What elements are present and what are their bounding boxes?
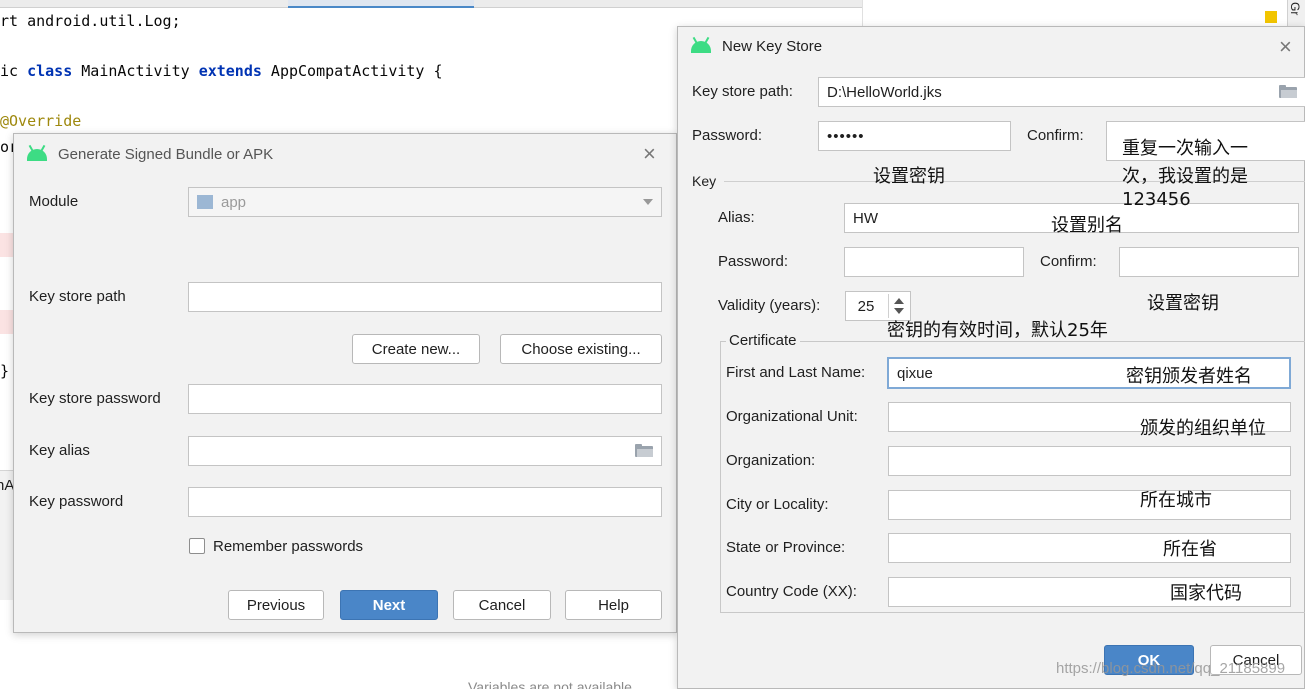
annotation-confirm-1: 重复一次输入一 bbox=[1122, 138, 1248, 159]
warning-marker-icon[interactable] bbox=[1265, 11, 1277, 23]
key-password-input[interactable] bbox=[188, 487, 662, 517]
side-panel-fragment: nA bbox=[0, 470, 14, 600]
organizational-unit-label: Organizational Unit: bbox=[726, 408, 858, 425]
confirm-label: Confirm: bbox=[1027, 127, 1084, 144]
code-line-import: rt android.util.Log; bbox=[0, 12, 181, 30]
key-store-path-label: Key store path: bbox=[692, 83, 793, 100]
password-label: Password: bbox=[692, 127, 763, 144]
password-input[interactable]: •••••• bbox=[818, 121, 1011, 151]
key-store-path-input[interactable] bbox=[188, 282, 662, 312]
folder-icon[interactable] bbox=[1279, 85, 1297, 98]
first-last-name-label: First and Last Name: bbox=[726, 364, 866, 381]
annotation-key-password: 设置密钥 bbox=[1147, 293, 1219, 314]
key-password-label: Password: bbox=[718, 253, 789, 270]
module-select[interactable]: app bbox=[188, 187, 662, 217]
annotation-city: 所在城市 bbox=[1140, 490, 1212, 511]
error-line-highlight bbox=[0, 310, 14, 334]
alias-label: Alias: bbox=[718, 209, 755, 226]
key-alias-label: Key alias bbox=[29, 442, 90, 459]
annotation-org-unit: 颁发的组织单位 bbox=[1140, 418, 1266, 439]
choose-existing-button[interactable]: Choose existing... bbox=[500, 334, 662, 364]
organization-label: Organization: bbox=[726, 452, 816, 469]
previous-button[interactable]: Previous bbox=[228, 590, 324, 620]
remember-passwords-label[interactable]: Remember passwords bbox=[213, 538, 363, 555]
create-new-button[interactable]: Create new... bbox=[352, 334, 480, 364]
key-store-path-label: Key store path bbox=[29, 288, 126, 305]
annotation-name: 密钥颁发者姓名 bbox=[1126, 366, 1252, 387]
key-password-input[interactable] bbox=[844, 247, 1024, 277]
module-folder-icon bbox=[197, 195, 213, 209]
key-confirm-input[interactable] bbox=[1119, 247, 1299, 277]
cancel-button[interactable]: Cancel bbox=[453, 590, 551, 620]
key-store-path-input[interactable]: D:\HelloWorld.jks bbox=[818, 77, 1305, 107]
chevron-down-icon bbox=[643, 199, 653, 205]
key-store-password-label: Key store password bbox=[29, 390, 161, 407]
stepper-up-icon[interactable] bbox=[894, 298, 904, 304]
code-line-override: @Override bbox=[0, 112, 82, 130]
watermark: https://blog.csdn.net/qq_21185899 bbox=[1056, 660, 1286, 677]
editor-tab-bar bbox=[0, 0, 862, 8]
key-confirm-label: Confirm: bbox=[1040, 253, 1097, 270]
country-code-label: Country Code (XX): bbox=[726, 583, 857, 600]
annotation-state: 所在省 bbox=[1163, 539, 1217, 560]
error-line-highlight bbox=[0, 233, 14, 257]
close-icon[interactable]: × bbox=[1279, 36, 1292, 58]
annotation-confirm-2: 次，我设置的是 bbox=[1122, 166, 1248, 187]
next-button[interactable]: Next bbox=[340, 590, 438, 620]
organization-input[interactable] bbox=[888, 446, 1291, 476]
city-label: City or Locality: bbox=[726, 496, 829, 513]
folder-icon[interactable] bbox=[635, 444, 653, 457]
validity-label: Validity (years): bbox=[718, 297, 821, 314]
code-line-class: ic class MainActivity extends AppCompatA… bbox=[0, 62, 443, 80]
module-label: Module bbox=[29, 193, 79, 210]
dialog-title-bar: New Key Store bbox=[678, 27, 1304, 65]
editor-tab-active[interactable] bbox=[288, 0, 474, 8]
dialog-title: Generate Signed Bundle or APK bbox=[58, 145, 274, 163]
code-line-brace: } bbox=[0, 362, 10, 380]
key-section-title: Key bbox=[692, 173, 717, 189]
certificate-section-title: Certificate bbox=[726, 332, 800, 349]
annotation-alias: 设置别名 bbox=[1051, 215, 1123, 236]
generate-signed-apk-dialog: Generate Signed Bundle or APK × Module a… bbox=[13, 133, 677, 633]
stepper-down-icon[interactable] bbox=[894, 308, 904, 314]
state-input[interactable] bbox=[888, 533, 1291, 563]
dialog-title-bar: Generate Signed Bundle or APK bbox=[14, 134, 676, 174]
city-input[interactable] bbox=[888, 490, 1291, 520]
key-password-label: Key password bbox=[29, 493, 124, 510]
close-icon[interactable]: × bbox=[643, 143, 656, 165]
state-label: State or Province: bbox=[726, 539, 846, 556]
remember-passwords-checkbox[interactable] bbox=[189, 538, 205, 554]
help-button[interactable]: Help bbox=[565, 590, 662, 620]
annotation-validity: 密钥的有效时间，默认25年 bbox=[887, 320, 1108, 341]
debugger-variables-note: Variables are not available bbox=[468, 679, 632, 689]
annotation-confirm-3: 123456 bbox=[1122, 189, 1191, 210]
android-icon bbox=[690, 36, 712, 53]
key-alias-input[interactable] bbox=[188, 436, 662, 466]
key-store-password-input[interactable] bbox=[188, 384, 662, 414]
android-icon bbox=[26, 144, 48, 161]
annotation-country: 国家代码 bbox=[1170, 583, 1242, 604]
dialog-title: New Key Store bbox=[722, 37, 823, 55]
annotation-store-password: 设置密钥 bbox=[873, 166, 945, 187]
